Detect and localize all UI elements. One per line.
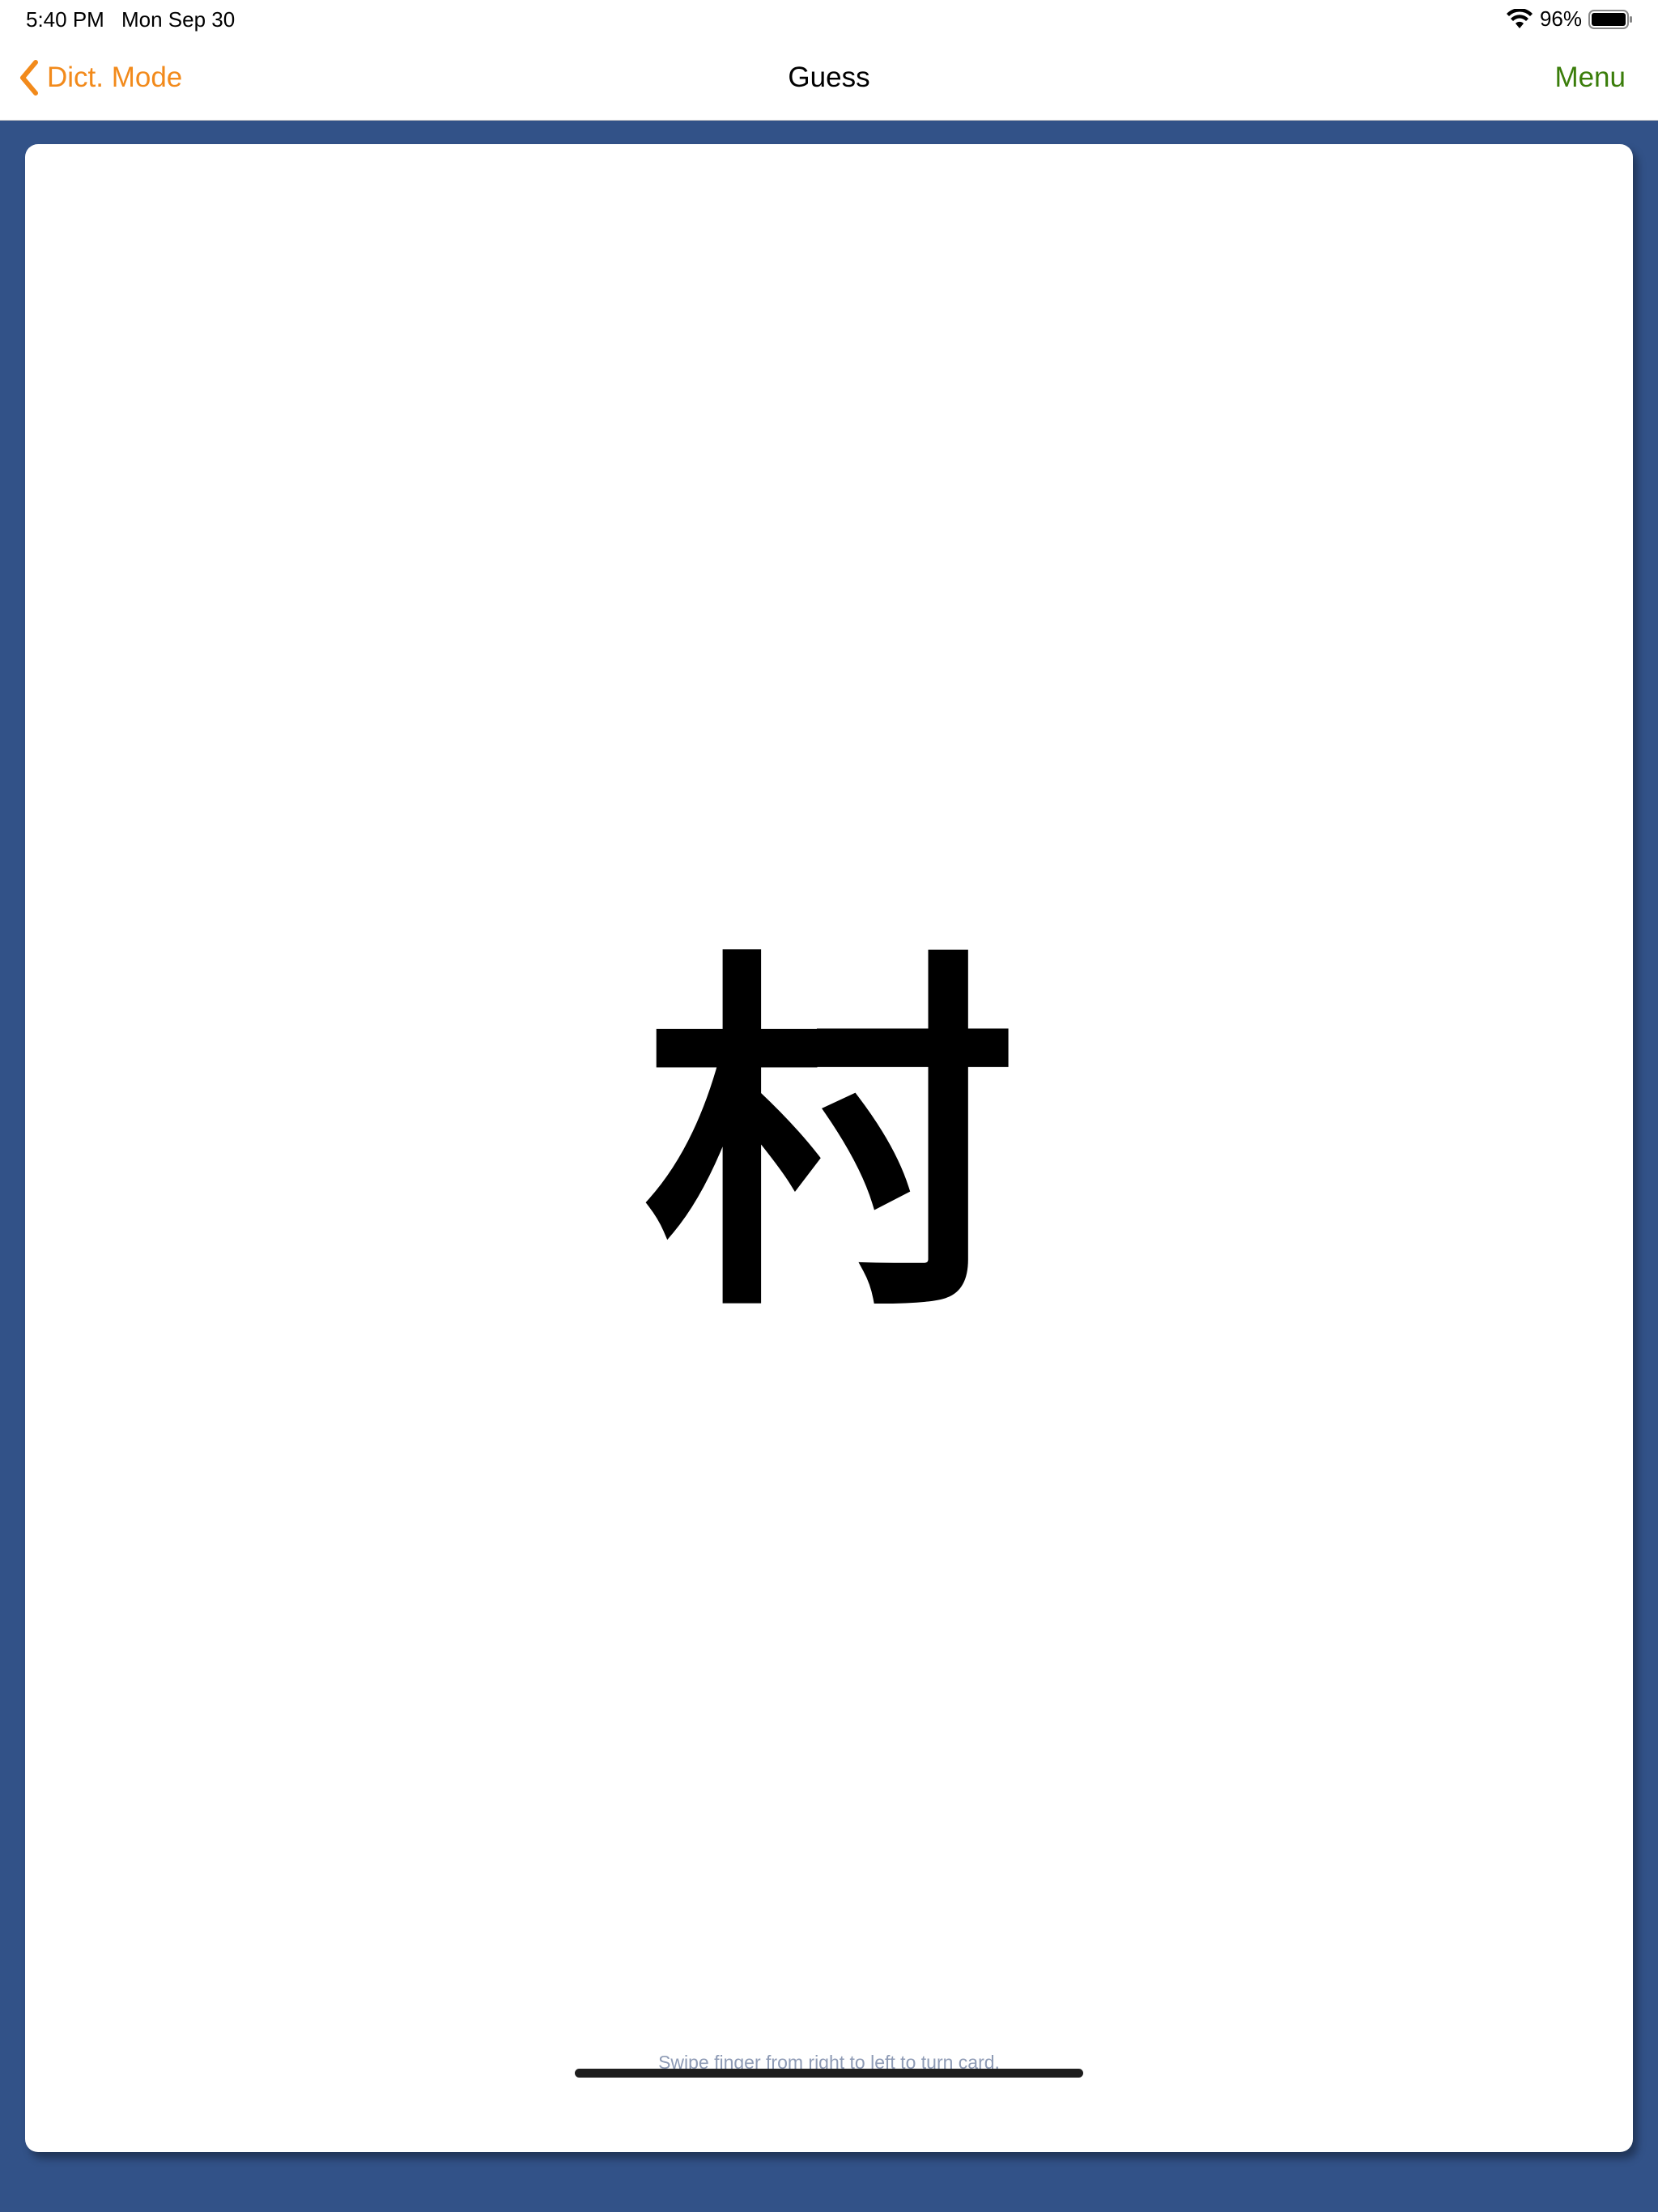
page-title: Guess — [788, 62, 870, 93]
status-indicators: 96% — [1506, 6, 1634, 32]
wifi-icon — [1506, 8, 1533, 28]
card-area: 村 — [0, 121, 1658, 2212]
status-date: Mon Sep 30 — [121, 7, 236, 32]
navigation-bar: Dict. Mode Guess Menu — [0, 37, 1658, 121]
home-indicator[interactable] — [575, 2069, 1083, 2078]
menu-button[interactable]: Menu — [1554, 62, 1626, 94]
status-time: 5:40 PM — [26, 7, 104, 32]
status-bar: 5:40 PM Mon Sep 30 96% — [0, 0, 1658, 37]
battery-icon — [1588, 9, 1632, 29]
battery-percentage: 96% — [1539, 6, 1582, 31]
kanji-glyph: 村 — [643, 932, 1015, 1347]
flashcard[interactable]: 村 — [25, 144, 1633, 2152]
